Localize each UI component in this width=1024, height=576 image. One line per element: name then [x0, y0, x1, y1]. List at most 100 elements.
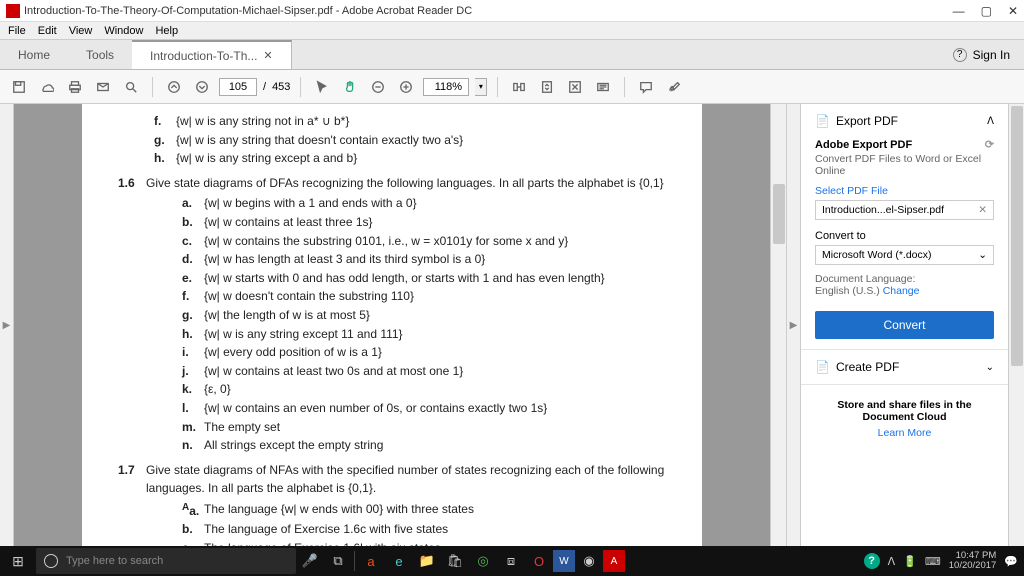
email-icon[interactable] — [92, 76, 114, 98]
fullscreen-icon[interactable] — [564, 76, 586, 98]
content-area: ▶ f.{w| w is any string not in a* ∪ b*} … — [0, 104, 1024, 546]
list-item: {w| w is any string except 11 and 111} — [204, 325, 403, 344]
store-icon[interactable]: 🛍 — [441, 546, 469, 576]
acrobat-icon[interactable]: A — [603, 550, 625, 572]
tab-bar: Home Tools Introduction-To-Th... ✕ ? Sig… — [0, 40, 1024, 70]
page-down-icon[interactable] — [191, 76, 213, 98]
menu-view[interactable]: View — [69, 25, 93, 37]
save-icon[interactable] — [8, 76, 30, 98]
scrollbar-thumb[interactable] — [1011, 106, 1023, 366]
question-text: Give state diagrams of NFAs with the spe… — [146, 461, 666, 498]
cursor-icon[interactable] — [311, 76, 333, 98]
notifications-icon[interactable]: 💬 — [1004, 555, 1018, 568]
taskbar-app[interactable]: a — [357, 546, 385, 576]
hand-icon[interactable] — [339, 76, 361, 98]
menu-bar: File Edit View Window Help — [0, 22, 1024, 40]
format-select[interactable]: Microsoft Word (*.docx) ⌄ — [815, 245, 994, 265]
clock[interactable]: 10:47 PM10/20/2017 — [949, 551, 997, 572]
close-button[interactable]: ✕ — [1008, 4, 1018, 18]
sign-in[interactable]: ? Sign In — [939, 48, 1024, 62]
comment-icon[interactable] — [635, 76, 657, 98]
list-item: {w| w is any string except a and b} — [176, 149, 357, 168]
help-icon[interactable]: ? — [953, 48, 967, 62]
menu-edit[interactable]: Edit — [38, 25, 57, 37]
tab-document-label: Introduction-To-Th... — [150, 49, 257, 63]
left-panel-handle[interactable]: ▶ — [0, 104, 14, 546]
scrollbar-thumb[interactable] — [773, 184, 785, 244]
tab-tools[interactable]: Tools — [68, 40, 132, 69]
change-language-link[interactable]: Change — [883, 285, 920, 297]
format-label: Microsoft Word (*.docx) — [822, 249, 932, 261]
dropbox-icon[interactable]: ⧈ — [497, 546, 525, 576]
right-panel-handle[interactable]: ▶ — [786, 104, 800, 546]
keyboard-icon[interactable]: ⌨ — [925, 555, 941, 568]
explorer-icon[interactable]: 📁 — [413, 546, 441, 576]
list-item: {w| w doesn't contain the substring 110} — [204, 287, 414, 306]
tab-close-icon[interactable]: ✕ — [263, 49, 272, 62]
page-up-icon[interactable] — [163, 76, 185, 98]
pdf-viewport[interactable]: f.{w| w is any string not in a* ∪ b*} g.… — [14, 104, 770, 546]
search-icon[interactable] — [120, 76, 142, 98]
page-total: 453 — [272, 81, 290, 93]
zoom-out-icon[interactable] — [367, 76, 389, 98]
convert-button[interactable]: Convert — [815, 311, 994, 339]
cloud-icon[interactable] — [36, 76, 58, 98]
chevron-down-icon: ⌄ — [978, 249, 987, 261]
tray-chevron-icon[interactable]: ᐱ — [888, 555, 896, 568]
taskbar-app[interactable]: ◎ — [469, 546, 497, 576]
print-icon[interactable] — [64, 76, 86, 98]
system-tray: ? ᐱ 🔋 ⌨ 10:47 PM10/20/2017 💬 — [864, 551, 1024, 572]
window-titlebar: Introduction-To-The-Theory-Of-Computatio… — [0, 0, 1024, 22]
list-item: {w| every odd position of w is a 1} — [204, 343, 382, 362]
right-panel-scrollbar[interactable] — [1008, 104, 1024, 546]
zoom-dropdown[interactable]: ▾ — [475, 78, 487, 96]
list-item: {w| w is any string that doesn't contain… — [176, 131, 463, 150]
task-view-icon[interactable]: ⧉ — [324, 546, 352, 576]
battery-icon[interactable]: 🔋 — [903, 555, 917, 568]
minimize-button[interactable]: — — [953, 4, 965, 18]
fit-width-icon[interactable] — [508, 76, 530, 98]
scrollbar[interactable] — [770, 104, 786, 546]
cortana-icon — [44, 554, 58, 568]
tab-document[interactable]: Introduction-To-Th... ✕ — [132, 40, 292, 69]
tab-home[interactable]: Home — [0, 40, 68, 69]
start-button[interactable]: ⊞ — [0, 546, 36, 576]
sign-icon[interactable] — [663, 76, 685, 98]
word-icon[interactable]: W — [553, 550, 575, 572]
list-item: {w| w contains the substring 0101, i.e.,… — [204, 232, 568, 251]
search-box[interactable]: Type here to search — [36, 548, 296, 574]
mic-icon[interactable]: 🎤 — [296, 546, 324, 576]
refresh-icon[interactable]: ⟳ — [985, 138, 994, 151]
list-item: {w| w contains an even number of 0s, or … — [204, 399, 547, 418]
create-pdf-section[interactable]: 📄Create PDF⌄ — [801, 350, 1008, 385]
fit-page-icon[interactable] — [536, 76, 558, 98]
list-item: {w| w is any string not in a* ∪ b*} — [176, 112, 349, 131]
zoom-input[interactable] — [423, 78, 469, 96]
page-number-input[interactable] — [219, 78, 257, 96]
menu-window[interactable]: Window — [104, 25, 143, 37]
create-label: Create PDF — [836, 360, 986, 374]
zoom-in-icon[interactable] — [395, 76, 417, 98]
selected-file[interactable]: Introduction...el-Sipser.pdf✕ — [815, 200, 994, 220]
chevron-down-icon[interactable]: ⌄ — [986, 362, 994, 373]
list-item: {ε, 0} — [204, 380, 231, 399]
remove-file-icon[interactable]: ✕ — [978, 204, 987, 216]
export-title: Adobe Export PDF — [815, 139, 912, 151]
read-mode-icon[interactable] — [592, 76, 614, 98]
separator — [624, 77, 625, 97]
edge-icon[interactable]: e — [385, 546, 413, 576]
toolbar: / 453 ▾ — [0, 70, 1024, 104]
export-pdf-section[interactable]: 📄Export PDFᐱ Adobe Export PDF⟳ Convert P… — [801, 104, 1008, 350]
chevron-up-icon[interactable]: ᐱ — [987, 116, 994, 127]
list-item: {w| w begins with a 1 and ends with a 0} — [204, 194, 417, 213]
select-file-link[interactable]: Select PDF File — [815, 185, 994, 197]
opera-icon[interactable]: O — [525, 546, 553, 576]
menu-file[interactable]: File — [8, 25, 26, 37]
help-tray-icon[interactable]: ? — [864, 553, 880, 569]
menu-help[interactable]: Help — [155, 25, 178, 37]
maximize-button[interactable]: ▢ — [981, 4, 992, 18]
learn-more-link[interactable]: Learn More — [815, 427, 994, 439]
pdf-page: f.{w| w is any string not in a* ∪ b*} g.… — [82, 104, 702, 546]
chrome-icon[interactable]: ◉ — [575, 546, 603, 576]
question-text: Give state diagrams of DFAs recognizing … — [146, 174, 666, 193]
